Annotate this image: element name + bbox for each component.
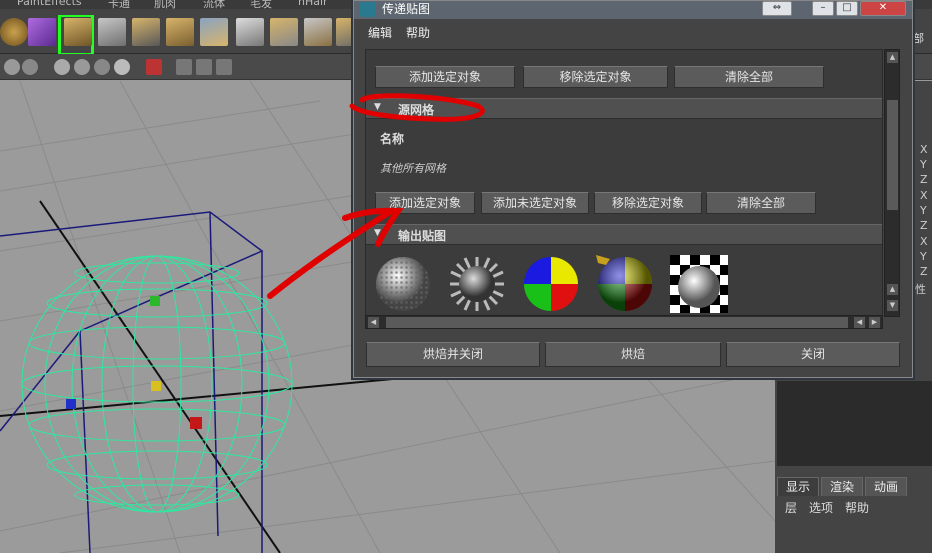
translate-x-label: X (920, 143, 928, 156)
layer-menu-help[interactable]: 帮助 (845, 499, 869, 516)
displacement-thumbnail-icon[interactable] (448, 255, 506, 313)
scroll-thumb[interactable] (887, 100, 898, 210)
transfer-tool-icon[interactable] (98, 18, 126, 46)
collapse-triangle-icon: ▼ (374, 228, 381, 238)
uv-tool-icon[interactable] (64, 18, 92, 46)
normal-map-thumbnail-icon[interactable] (374, 255, 432, 313)
other-meshes-label: 其他所有网格 (380, 162, 446, 175)
transfer-maps-window: 传递贴图 ⇔ – □ ✕ 编辑 帮助 添加选定对象 移除选定对象 清除全部 ▼ … (353, 0, 913, 378)
scale-x-label: X (920, 235, 928, 248)
menu-item-painteffects[interactable]: PaintEffects (17, 0, 82, 8)
clear-all-button[interactable]: 清除全部 (674, 66, 824, 88)
xray-icon[interactable] (114, 59, 130, 75)
plane-tool-icon[interactable] (166, 18, 194, 46)
window-title: 传递贴图 (382, 2, 431, 16)
scroll-up-icon[interactable]: ▲ (887, 52, 898, 63)
vertical-scrollbar[interactable]: ▲ ▲ ▼ (884, 49, 900, 317)
color-map-thumbnail-icon[interactable] (522, 255, 580, 313)
frame-icon[interactable] (196, 59, 212, 75)
layer-tabs: 显示 渲染 动画 (777, 477, 909, 496)
source-remove-selected-button[interactable]: 移除选定对象 (594, 192, 702, 214)
channel-box-empty (777, 381, 932, 466)
shading-icon[interactable] (4, 59, 20, 75)
menu-help[interactable]: 帮助 (406, 20, 430, 45)
y-axis-handle (150, 296, 160, 306)
light-icon[interactable] (54, 59, 70, 75)
menu-item-nhair[interactable]: nHair (298, 0, 328, 8)
close-icon[interactable]: ✕ (860, 1, 906, 16)
layout-tool-icon[interactable] (270, 18, 298, 46)
x-axis-handle (190, 417, 202, 429)
menu-item-toon[interactable]: 卡通 (108, 0, 130, 9)
translate-y-label: Y (920, 158, 927, 171)
scroll-up-icon[interactable]: ▲ (887, 284, 898, 295)
tab-anim[interactable]: 动画 (865, 477, 908, 496)
visibility-label: 性 (915, 283, 926, 296)
source-add-selected-button[interactable]: 添加选定对象 (375, 192, 475, 214)
hscroll-thumb[interactable] (386, 317, 848, 328)
menu-item-fur[interactable]: 毛发 (250, 0, 272, 9)
horizontal-scrollbar[interactable]: ◀ ◀ ▶ (365, 315, 883, 329)
scroll-left-icon[interactable]: ◀ (368, 317, 379, 328)
remove-selected-button[interactable]: 移除选定对象 (523, 66, 668, 88)
maximize-icon[interactable]: □ (836, 1, 858, 16)
menu-item-muscle[interactable]: 肌肉 (154, 0, 176, 9)
map-tool-icon[interactable] (132, 18, 160, 46)
minimize-icon[interactable]: – (812, 1, 834, 16)
menu-edit[interactable]: 编辑 (368, 20, 392, 45)
source-mesh-header[interactable]: ▼ 源网格 (366, 98, 882, 119)
bake-and-close-button[interactable]: 烘焙并关闭 (366, 342, 540, 367)
output-maps-label: 输出贴图 (398, 229, 447, 243)
unfold-tool-icon[interactable] (200, 18, 228, 46)
rotate-z-label: Z (920, 219, 928, 232)
window-menubar: 编辑 帮助 (354, 20, 912, 45)
rotate-y-label: Y (920, 204, 927, 217)
cube-tool-icon[interactable] (28, 18, 56, 46)
output-maps-header[interactable]: ▼ 输出贴图 (366, 224, 882, 245)
scale-z-label: Z (920, 265, 928, 278)
scroll-left-icon[interactable]: ◀ (854, 317, 865, 328)
center-handle (151, 381, 161, 391)
box-tool-icon[interactable] (236, 18, 264, 46)
source-add-unselected-button[interactable]: 添加未选定对象 (481, 192, 589, 214)
select-icon[interactable] (146, 59, 162, 75)
z-axis-handle (66, 399, 76, 409)
scroll-down-icon[interactable]: ▼ (887, 300, 898, 311)
tab-display[interactable]: 显示 (777, 477, 820, 496)
maya-logo-icon (360, 2, 376, 17)
isolate-icon[interactable] (176, 59, 192, 75)
window-content: 添加选定对象 移除选定对象 清除全部 ▼ 源网格 名称 其他所有网格 添加选定对… (365, 49, 883, 317)
bake-button[interactable]: 烘焙 (545, 342, 721, 367)
ao-map-thumbnail-icon[interactable] (670, 255, 728, 313)
sphere-tool-icon[interactable] (0, 18, 28, 46)
add-selected-button[interactable]: 添加选定对象 (375, 66, 515, 88)
shaded-map-thumbnail-icon[interactable] (596, 255, 654, 313)
resize-icon[interactable]: ⇔ (762, 1, 792, 16)
rotate-x-label: X (920, 189, 928, 202)
title-bar[interactable]: 传递贴图 ⇔ – □ ✕ (354, 1, 912, 19)
translate-z-label: Z (920, 173, 928, 186)
source-clear-all-button[interactable]: 清除全部 (706, 192, 816, 214)
menu-item-fluid[interactable]: 流体 (203, 0, 225, 9)
layer-menu-layers[interactable]: 层 (785, 499, 797, 516)
smooth-shade-icon[interactable] (22, 59, 38, 75)
scale-y-label: Y (920, 250, 927, 263)
close-button[interactable]: 关闭 (726, 342, 900, 367)
texture-icon[interactable] (74, 59, 90, 75)
layer-menu: 层 选项 帮助 (785, 499, 869, 516)
layer-menu-options[interactable]: 选项 (809, 499, 833, 516)
collapse-triangle-icon: ▼ (374, 102, 381, 112)
share-icon[interactable] (216, 59, 232, 75)
corner-label: 部 (913, 32, 924, 45)
scroll-right-icon[interactable]: ▶ (869, 317, 880, 328)
tab-render[interactable]: 渲染 (821, 477, 864, 496)
name-label: 名称 (380, 132, 405, 146)
cut-tool-icon[interactable] (304, 18, 332, 46)
shadow-icon[interactable] (94, 59, 110, 75)
source-mesh-label: 源网格 (398, 103, 435, 117)
